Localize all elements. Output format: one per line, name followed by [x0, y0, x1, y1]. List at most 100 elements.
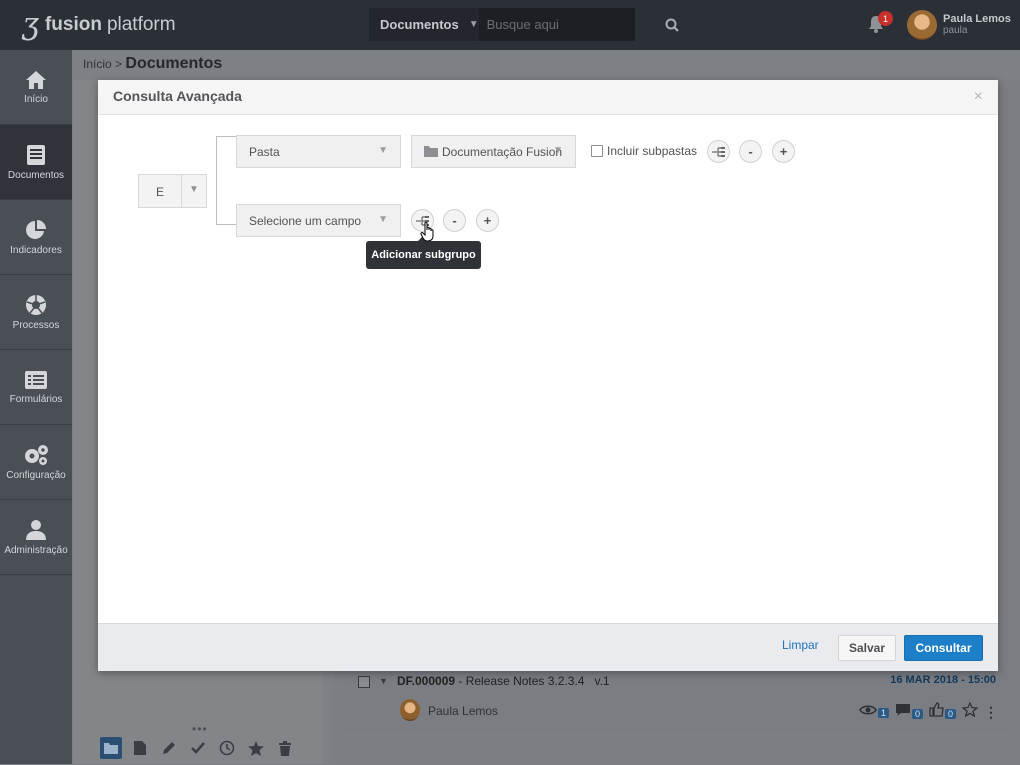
sidebar-item-documentos[interactable]: Documentos	[0, 125, 72, 200]
star-icon	[248, 740, 264, 756]
sidebar-item-indicadores[interactable]: Indicadores	[0, 200, 72, 275]
avatar[interactable]	[907, 10, 937, 40]
views-counter[interactable]: 1	[859, 703, 889, 721]
chevron-down-icon: ▼	[378, 145, 388, 156]
views-count: 1	[877, 708, 889, 718]
documents-icon	[27, 144, 45, 165]
condition-field-select[interactable]: Pasta ▼	[236, 135, 401, 168]
condition-field-placeholder: Selecione um campo	[249, 214, 362, 228]
modal-header: Consulta Avançada ×	[98, 80, 998, 115]
save-button[interactable]: Salvar	[838, 635, 896, 661]
chevron-down-icon: ▼	[468, 19, 479, 30]
notifications-button[interactable]: 1	[866, 11, 893, 36]
chevron-down-icon: ▼	[189, 184, 199, 195]
favorite-button[interactable]	[245, 737, 267, 759]
folder-icon	[424, 146, 438, 157]
include-subfolders-checkbox[interactable]	[591, 145, 603, 157]
sidebar-item-configuracao[interactable]: Configuração	[0, 425, 72, 500]
include-subfolders-option[interactable]: Incluir subpastas	[591, 144, 697, 158]
check-icon	[191, 742, 205, 754]
favorite-toggle[interactable]	[961, 701, 979, 722]
add-condition-button[interactable]: +	[476, 209, 499, 232]
form-list-icon	[25, 370, 47, 389]
folder-icon	[104, 743, 118, 754]
gears-icon	[25, 444, 48, 465]
close-icon[interactable]: ×	[974, 88, 983, 106]
search-input[interactable]	[478, 8, 665, 41]
select-divider	[181, 175, 182, 207]
hand-cursor-icon	[420, 222, 434, 242]
chevron-down-icon[interactable]: ▼	[379, 676, 388, 686]
sidebar-item-formularios[interactable]: Formulários	[0, 350, 72, 425]
search-icon	[665, 18, 679, 32]
resize-handle[interactable]: •••	[192, 722, 208, 736]
notification-count-badge: 1	[878, 11, 893, 26]
trash-icon	[279, 740, 291, 756]
edit-button[interactable]	[158, 737, 180, 759]
sidebar-item-label: Formulários	[9, 393, 63, 405]
folder-value: Documentação Fusion	[442, 145, 563, 159]
likes-counter[interactable]: 0	[929, 702, 956, 722]
clear-button[interactable]: Limpar	[782, 638, 819, 652]
avatar	[400, 699, 420, 721]
thumbs-up-icon	[929, 702, 944, 717]
sidebar-item-label: Início	[24, 93, 48, 105]
comments-count: 0	[911, 708, 923, 719]
eye-icon	[859, 705, 877, 715]
search-scope-dropdown[interactable]: Documentos ▼	[369, 8, 479, 41]
user-name[interactable]: Paula Lemos	[943, 13, 1011, 25]
trash-button[interactable]	[274, 737, 296, 759]
pencil-icon	[163, 742, 175, 754]
condition-field-select[interactable]: Selecione um campo ▼	[236, 204, 401, 237]
breadcrumb: Início > Documentos	[83, 55, 222, 73]
modal-footer: Limpar Salvar Consultar	[98, 623, 998, 671]
document-date: 16 MAR 2018 - 15:00	[890, 674, 996, 686]
user-login: paula	[943, 25, 968, 36]
home-icon	[26, 70, 46, 89]
subgroup-icon	[711, 146, 725, 157]
approve-button[interactable]	[187, 737, 209, 759]
search-scope-label: Documentos	[380, 17, 459, 32]
history-button[interactable]	[216, 737, 238, 759]
search-submit-button[interactable]: Consultar	[904, 635, 983, 661]
document-checkbox[interactable]	[358, 676, 370, 688]
folder-value-select[interactable]: Documentação Fusion ▼	[411, 135, 576, 168]
group-operator-value: E	[156, 185, 165, 199]
sidebar-item-label: Administração	[4, 544, 68, 556]
sidebar-item-administracao[interactable]: Administração	[0, 500, 72, 575]
sidebar-item-label: Processos	[12, 319, 60, 331]
pie-chart-icon	[26, 219, 46, 239]
remove-condition-button[interactable]: -	[739, 140, 762, 163]
document-author: Paula Lemos	[428, 704, 499, 718]
add-condition-button[interactable]: +	[772, 140, 795, 163]
document-version: v.1	[594, 674, 610, 688]
include-subfolders-label: Incluir subpastas	[607, 144, 698, 158]
group-operator-select[interactable]: E ▼	[138, 174, 207, 208]
folder-button[interactable]	[100, 737, 122, 759]
comment-icon	[895, 703, 910, 716]
more-options-icon[interactable]: ⋮	[984, 704, 998, 721]
document-button[interactable]	[129, 737, 151, 759]
comments-counter[interactable]: 0	[895, 703, 923, 722]
folder-toolbar	[100, 737, 296, 765]
sidebar-item-processos[interactable]: Processos	[0, 275, 72, 350]
chevron-down-icon: ▼	[378, 214, 388, 225]
main-sidebar: Início Documentos Indicadores Processos …	[0, 50, 72, 764]
sidebar-item-inicio[interactable]: Início	[0, 50, 72, 125]
tooltip: Adicionar subgrupo	[366, 236, 481, 269]
likes-count: 0	[944, 709, 956, 719]
brand-name-light: platform	[106, 14, 176, 35]
chevron-down-icon: ▼	[553, 145, 563, 156]
advanced-search-modal: Consulta Avançada × E ▼ Pasta ▼ Document…	[98, 80, 998, 671]
add-subgroup-button[interactable]	[707, 140, 730, 163]
global-search: Documentos ▼	[369, 8, 679, 41]
document-icon	[134, 741, 146, 755]
breadcrumb-root[interactable]: Início	[83, 57, 112, 71]
remove-condition-button[interactable]: -	[443, 209, 466, 232]
document-title[interactable]: DF.000009 - Release Notes 3.2.3.4 v.1	[397, 674, 610, 688]
search-button[interactable]	[665, 8, 679, 41]
clock-icon	[219, 740, 235, 756]
star-icon	[961, 701, 979, 718]
fusion-logo[interactable]: ʒ fusion platform	[22, 10, 176, 40]
document-list-item[interactable]: ▼ DF.000009 - Release Notes 3.2.3.4 v.1 …	[343, 667, 1008, 732]
